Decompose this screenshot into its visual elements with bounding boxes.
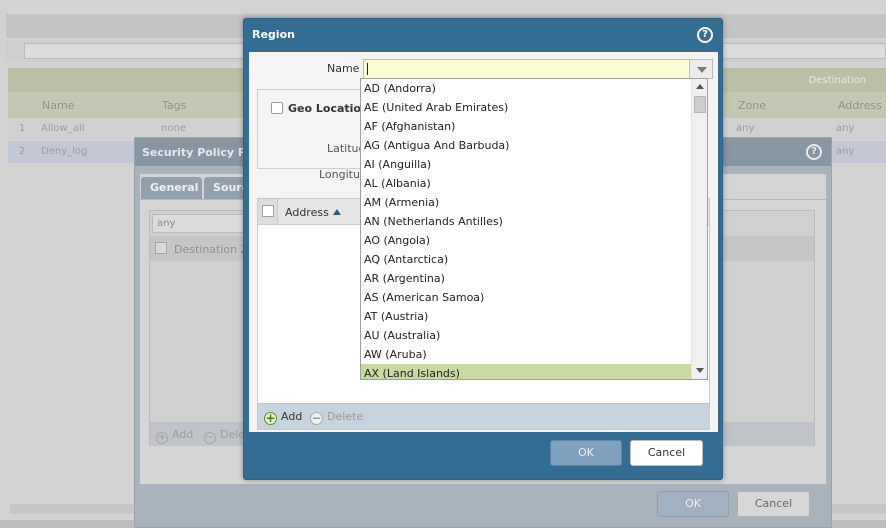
dropdown-scrollbar[interactable]: [691, 79, 707, 379]
name-combobox-input[interactable]: [363, 59, 690, 79]
geo-location-label: Geo Location: [288, 102, 369, 115]
help-icon[interactable]: ?: [806, 144, 822, 160]
chevron-down-icon: [697, 67, 707, 73]
security-ok-button[interactable]: OK: [657, 491, 729, 517]
dropdown-option[interactable]: AF (Afghanistan): [361, 117, 691, 136]
add-label: Add: [281, 410, 303, 423]
column-address[interactable]: Address: [838, 99, 882, 112]
dropdown-option[interactable]: AM (Armenia): [361, 193, 691, 212]
checkbox-column: [258, 199, 278, 224]
dropdown-option[interactable]: AL (Albania): [361, 174, 691, 193]
security-policy-title: Security Policy Rul: [142, 146, 258, 159]
rule-address: any: [836, 123, 855, 134]
column-name[interactable]: Name: [42, 99, 74, 112]
add-address-button[interactable]: + Add: [264, 410, 302, 425]
add-zone-button[interactable]: + Add: [156, 428, 193, 444]
select-all-checkbox[interactable]: [155, 242, 167, 254]
dropdown-option[interactable]: AI (Anguilla): [361, 155, 691, 174]
delete-zone-button[interactable]: − Dele: [204, 428, 245, 444]
text-caret: [367, 63, 368, 75]
tab-general[interactable]: General: [141, 177, 202, 199]
dropdown-option[interactable]: AR (Argentina): [361, 269, 691, 288]
column-tags[interactable]: Tags: [162, 99, 186, 112]
geo-location-fieldset: [257, 89, 377, 169]
name-label: Name: [327, 62, 360, 75]
rule-name: Allow_all: [41, 123, 85, 134]
dropdown-option[interactable]: AD (Andorra): [361, 79, 691, 98]
delete-label: Delete: [327, 410, 364, 423]
region-dropdown-list[interactable]: AD (Andorra) AE (United Arab Emirates) AF …: [360, 78, 708, 380]
address-column-label: Address: [285, 206, 329, 219]
scrollbar-thumb[interactable]: [694, 96, 706, 113]
rule-tags: none: [161, 123, 186, 134]
scroll-down-icon[interactable]: [696, 368, 704, 373]
zone-select[interactable]: any: [152, 214, 252, 233]
scroll-up-icon[interactable]: [696, 84, 704, 89]
delete-icon: −: [310, 411, 323, 425]
address-actions-bar: + Add − Delete: [258, 403, 709, 429]
delete-label: Dele: [220, 428, 246, 441]
dropdown-option[interactable]: AW (Aruba): [361, 345, 691, 364]
row-number: 2: [19, 146, 26, 157]
add-icon: +: [264, 411, 277, 425]
delete-icon: −: [204, 432, 216, 444]
rule-zone: any: [736, 123, 755, 134]
name-dropdown-button[interactable]: [689, 59, 713, 79]
help-icon[interactable]: ?: [697, 27, 713, 43]
sort-ascending-icon: [332, 209, 341, 215]
region-dialog-title: Region: [252, 28, 295, 41]
dropdown-option[interactable]: AE (United Arab Emirates): [361, 98, 691, 117]
rule-name: Deny_log: [41, 146, 88, 157]
delete-address-button[interactable]: − Delete: [310, 410, 363, 425]
rule-address: any: [836, 146, 855, 157]
security-cancel-button[interactable]: Cancel: [737, 491, 810, 517]
address-column-header[interactable]: Address: [285, 206, 341, 219]
dropdown-option[interactable]: AQ (Antarctica): [361, 250, 691, 269]
row-number: 1: [19, 123, 26, 134]
dropdown-option[interactable]: AU (Australia): [361, 326, 691, 345]
add-icon: +: [156, 432, 168, 444]
dropdown-option[interactable]: AG (Antigua And Barbuda): [361, 136, 691, 155]
dropdown-items: AD (Andorra) AE (United Arab Emirates) AF …: [361, 79, 691, 379]
column-zone[interactable]: Zone: [738, 99, 766, 112]
geo-location-checkbox[interactable]: [271, 102, 283, 114]
region-ok-button[interactable]: OK: [550, 440, 622, 466]
region-cancel-button[interactable]: Cancel: [630, 440, 703, 466]
dropdown-option[interactable]: AN (Netherlands Antilles): [361, 212, 691, 231]
dropdown-option[interactable]: AT (Austria): [361, 307, 691, 326]
select-all-checkbox[interactable]: [262, 205, 274, 217]
dropdown-option[interactable]: AO (Angola): [361, 231, 691, 250]
dropdown-option[interactable]: AS (American Samoa): [361, 288, 691, 307]
dropdown-option[interactable]: AX (Land Islands): [361, 364, 691, 379]
destination-group-label: Destination: [808, 75, 866, 86]
add-label: Add: [172, 428, 194, 441]
